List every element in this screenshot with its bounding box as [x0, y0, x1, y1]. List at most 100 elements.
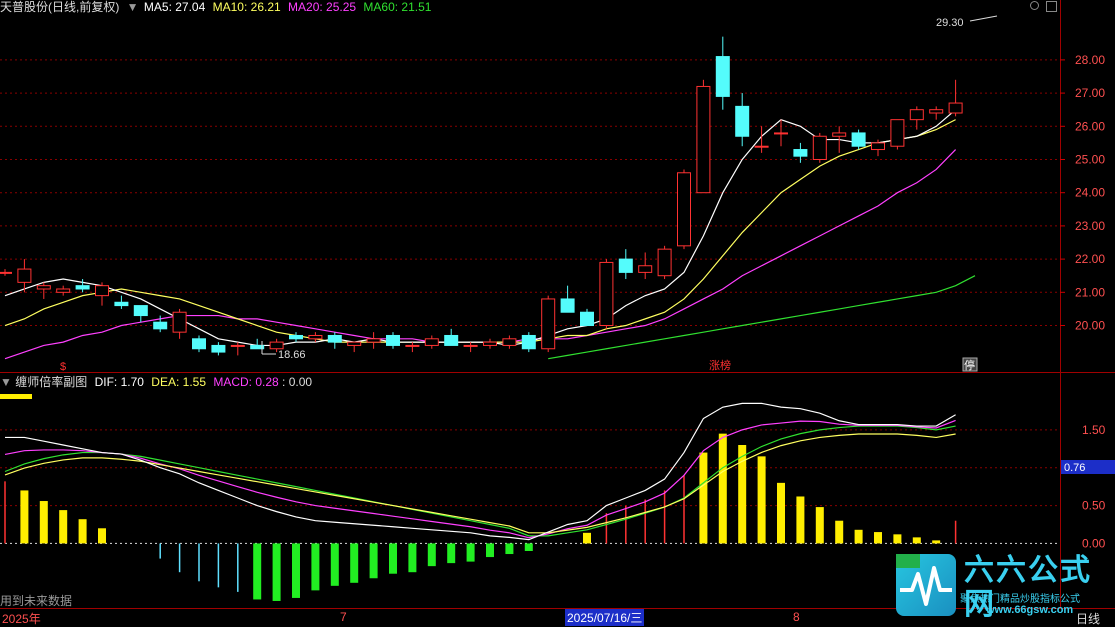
extra-label: : 0.00 — [282, 375, 313, 389]
date-month-8: 8 — [793, 610, 800, 624]
macd-bar — [486, 543, 494, 558]
price-axis-label: 28.00 — [1075, 53, 1105, 67]
candle-body — [812, 135, 827, 160]
candle-body — [871, 142, 885, 151]
macd-bar — [78, 519, 87, 544]
candle-body — [405, 344, 420, 347]
indicator-name[interactable]: 缠师倍率副图 — [15, 375, 87, 389]
price-axis-label: 22.00 — [1075, 252, 1105, 266]
candle-body — [541, 298, 556, 350]
candle-body — [192, 338, 206, 350]
low-price-marker: 18.66 — [278, 349, 306, 361]
candle-body — [424, 338, 439, 346]
dropdown-circle-icon[interactable]: ▼ — [127, 0, 139, 14]
window-toggle-icon[interactable] — [1046, 1, 1057, 12]
macd-bar — [237, 543, 239, 592]
macd-bar — [932, 540, 941, 544]
macd-bar — [796, 496, 805, 544]
ma-lines — [4, 109, 976, 360]
date-highlight[interactable]: 2025/07/16/三 — [565, 609, 645, 626]
candle-body — [735, 105, 750, 137]
candle-body — [502, 338, 517, 346]
candle-body — [211, 344, 226, 353]
gridlines — [0, 59, 1065, 544]
indicator-dropdown-icon[interactable]: ▼ — [0, 375, 12, 389]
candle-body — [774, 132, 788, 135]
macd-bar — [447, 543, 456, 564]
candle-body — [386, 334, 400, 346]
macd-bar — [217, 543, 220, 588]
axis-labels: 28.00 27.00 26.00 25.00 24.00 23.00 22.00 21.00… — [1075, 53, 1106, 551]
indicator-current-value: 0.76 — [1064, 462, 1085, 474]
candle-body — [696, 85, 711, 194]
date-month-7: 7 — [340, 610, 347, 624]
macd-bar — [59, 510, 68, 544]
macd-bar — [350, 543, 359, 583]
macd-bar — [311, 543, 320, 591]
indicator-axis-label: 0.50 — [1082, 499, 1106, 513]
dif-label: DIF: 1.70 — [94, 375, 144, 389]
candle-body — [715, 56, 730, 97]
s-marker[interactable]: $ — [60, 361, 66, 373]
macd-bar — [505, 543, 514, 555]
macd-bar — [663, 490, 666, 544]
candle-body — [95, 285, 109, 297]
macd-bar — [893, 534, 902, 544]
macd-bar — [644, 499, 646, 544]
future-data-note: 用到未来数据 — [0, 594, 73, 608]
macd-bar — [466, 543, 475, 562]
candle-body — [677, 172, 691, 247]
candle-body — [890, 119, 905, 147]
ma20-label: MA20: 25.25 — [288, 0, 357, 14]
candles[interactable] — [0, 36, 963, 356]
macd-bar — [757, 456, 766, 544]
candle-body — [948, 102, 963, 114]
macd-bar — [583, 532, 591, 544]
candle-body — [308, 334, 323, 340]
ma5-label: MA5: 27.04 — [143, 0, 206, 14]
price-axis-label: 26.00 — [1075, 119, 1105, 133]
chart-header: 天普股份(日线,前复权) ▼ MA5: 27.04 MA10: 26.21 MA… — [0, 0, 435, 14]
stock-chart[interactable]: 28.00 27.00 26.00 25.00 24.00 23.00 22.00 21.00… — [0, 0, 1115, 626]
ma60-label: MA60: 21.51 — [363, 0, 432, 14]
macd-bar — [699, 452, 708, 544]
dea-yellow-line — [4, 433, 956, 534]
candle-body — [133, 305, 148, 317]
candle-body — [599, 261, 614, 327]
candle-body — [754, 145, 769, 148]
ting-label: 停 — [964, 358, 975, 372]
candle-body — [327, 334, 342, 343]
candle-body — [75, 285, 90, 290]
macd-bar — [20, 490, 29, 544]
price-axis-label: 27.00 — [1075, 86, 1105, 100]
macd-bar — [4, 481, 6, 544]
high-price-marker: 29.30 — [936, 17, 964, 29]
macd-bar — [912, 537, 921, 544]
zhangbang-label: 涨榜 — [709, 358, 731, 372]
macd-bar — [39, 501, 48, 544]
candle-body — [153, 321, 168, 330]
candle-body — [172, 311, 187, 333]
logo-mark-icon — [896, 554, 956, 616]
macd-bar — [718, 433, 727, 544]
candle-body — [560, 298, 575, 313]
macd-bar — [625, 505, 627, 544]
indicator-color-swatch — [0, 394, 32, 399]
candle-body — [36, 285, 51, 290]
candle-body — [483, 341, 497, 346]
macd-bar — [253, 543, 262, 600]
candle-body — [289, 334, 303, 340]
macd-bar — [272, 543, 281, 601]
macd-bar — [369, 543, 378, 579]
candle-body — [366, 338, 381, 343]
dif-line — [5, 402, 956, 541]
site-logo: 六六公式网 聚焦热门精品炒股指标公式 www.66gsw.com — [896, 554, 1108, 622]
ma10-label: MA10: 26.21 — [212, 0, 281, 14]
macd-bar — [954, 520, 957, 544]
macd-bar — [98, 528, 106, 544]
settings-circle-icon[interactable] — [1030, 1, 1039, 10]
macd-bar — [815, 507, 824, 544]
stock-title[interactable]: 天普股份(日线,前复权) — [0, 0, 119, 14]
candle-body — [17, 268, 32, 283]
candle-body — [0, 271, 12, 274]
